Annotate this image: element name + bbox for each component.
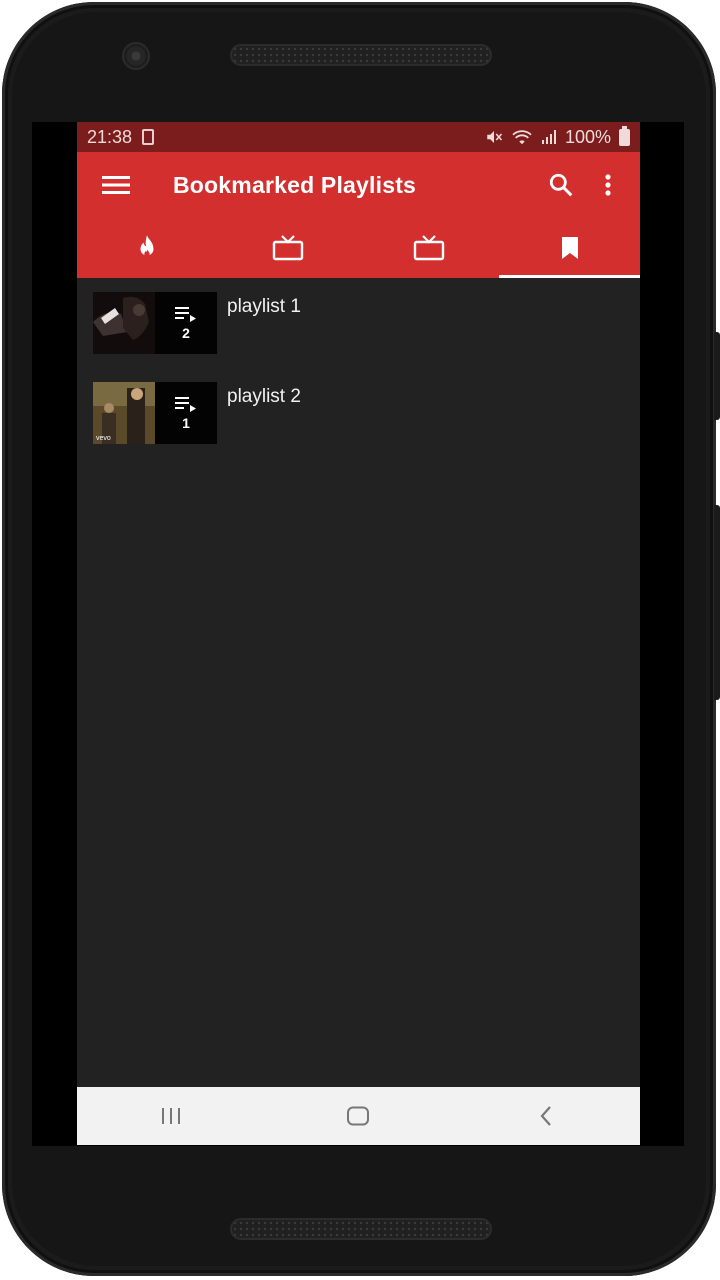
back-icon (540, 1106, 551, 1126)
menu-button[interactable] (89, 161, 143, 209)
power-button (714, 332, 720, 420)
thumbnail-image: vevo (93, 382, 155, 444)
system-nav-bar (77, 1087, 640, 1145)
search-button[interactable] (534, 161, 588, 209)
menu-icon (102, 176, 130, 194)
video-count: 1 (182, 414, 190, 431)
battery-percent: 100% (564, 126, 611, 147)
more-options-button[interactable] (588, 161, 628, 209)
app-screen: 21:38 100% Bookmarked Playlists 2 playli… (77, 122, 640, 1145)
playlist-title: playlist 1 (227, 296, 301, 317)
search-icon (549, 173, 573, 197)
playlist-play-icon (175, 306, 196, 322)
volume-button (714, 505, 720, 700)
list-item[interactable]: vevo 1 playlist 2 (93, 382, 640, 444)
tab-subscriptions[interactable] (359, 218, 500, 278)
playlist-count-overlay: 1 (155, 382, 217, 444)
earpiece-speaker (230, 44, 492, 66)
tab-trending[interactable] (77, 218, 218, 278)
tv-icon (272, 235, 304, 261)
home-icon (347, 1106, 370, 1126)
list-item[interactable]: 2 playlist 1 (93, 292, 640, 354)
recents-button[interactable] (126, 1093, 216, 1139)
tv-icon (413, 235, 445, 261)
video-count: 2 (182, 324, 190, 341)
home-button[interactable] (313, 1093, 403, 1139)
bookmark-icon (561, 237, 578, 259)
thumbnail-image (93, 292, 155, 354)
svg-text:vevo: vevo (96, 435, 111, 442)
status-icons: 100% (485, 125, 630, 148)
playlist-title: playlist 2 (227, 386, 301, 407)
mute-icon (487, 131, 503, 143)
tab-channels[interactable] (218, 218, 359, 278)
status-bar: 21:38 100% (77, 122, 640, 152)
more-vert-icon (605, 174, 611, 196)
playlist-count-overlay: 2 (155, 292, 217, 354)
playlist-play-icon (175, 396, 196, 412)
front-camera (122, 42, 150, 70)
bottom-speaker (230, 1218, 492, 1240)
tab-bookmarks[interactable] (499, 218, 640, 278)
signal-icon (541, 130, 556, 144)
fire-icon (140, 235, 154, 257)
back-button[interactable] (501, 1093, 591, 1139)
tab-bar (77, 218, 640, 278)
playlist-thumbnail[interactable]: vevo 1 (93, 382, 217, 444)
status-time: 21:38 (87, 126, 133, 147)
playlist-thumbnail[interactable]: 2 (93, 292, 217, 354)
storage-icon (142, 129, 155, 145)
app-bar: Bookmarked Playlists (77, 152, 640, 218)
recents-icon (161, 1108, 180, 1124)
page-title: Bookmarked Playlists (173, 171, 417, 198)
wifi-icon (512, 130, 532, 145)
battery-icon (619, 125, 630, 146)
playlist-list: 2 playlist 1 vevo 1 playlist 2 (77, 278, 640, 444)
